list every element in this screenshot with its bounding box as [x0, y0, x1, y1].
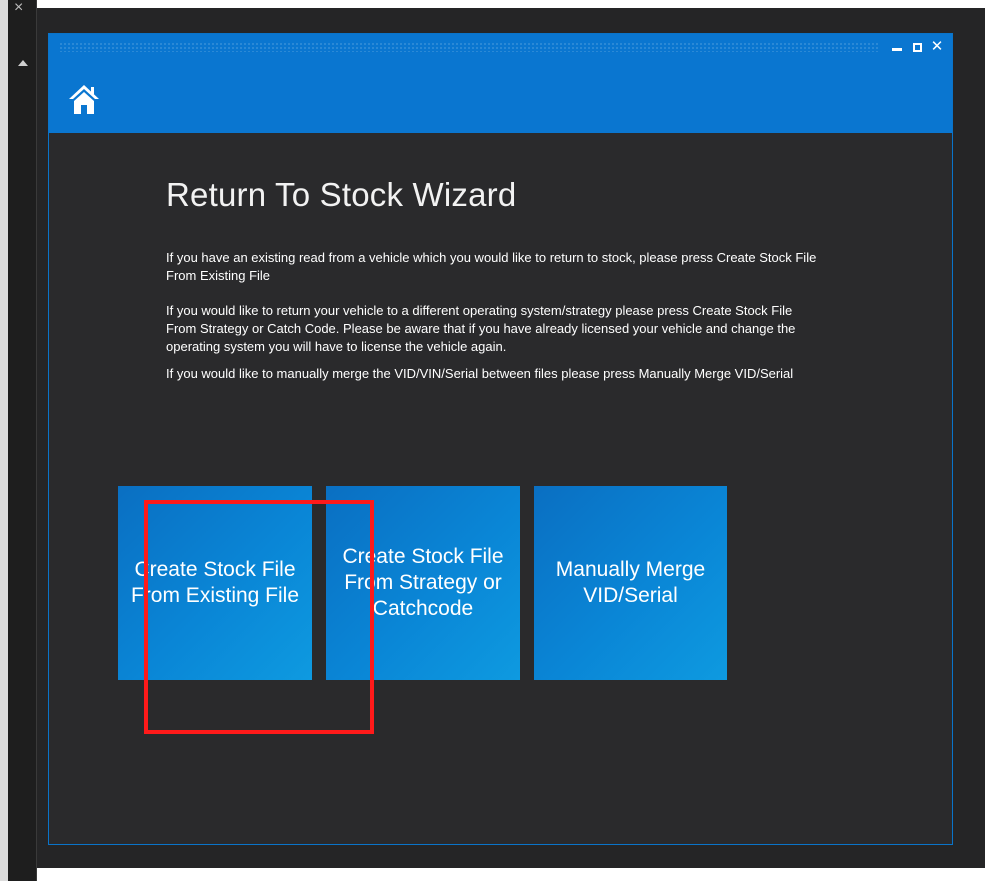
instruction-strategy: If you would like to return your vehicle…: [166, 303, 796, 354]
tile-label: Create Stock File From Existing File: [130, 558, 300, 607]
title-bar: ✕: [49, 34, 952, 133]
create-from-existing-file-button[interactable]: Create Stock File From Existing File: [118, 486, 312, 680]
home-button[interactable]: [67, 82, 101, 116]
close-button[interactable]: ✕: [930, 38, 944, 55]
wizard-content: Return To Stock Wizard If you have an ex…: [166, 176, 826, 400]
background-app-edge: [0, 0, 8, 881]
background-scroll-panel: ×: [8, 0, 37, 881]
wizard-window: ✕ Return To Stock Wizard If you have an …: [48, 33, 953, 845]
close-icon: ✕: [930, 38, 944, 55]
wizard-options: Create Stock File From Existing File Cre…: [118, 486, 741, 680]
window-controls: ✕: [890, 38, 944, 55]
screen: × ✕ Return To Stock Wizard If you have a…: [0, 0, 985, 881]
maximize-icon: [912, 42, 922, 52]
minimize-button[interactable]: [890, 40, 904, 54]
title-bar-drag-area[interactable]: [59, 42, 879, 52]
panel-close-icon[interactable]: ×: [14, 0, 23, 16]
scroll-up-icon[interactable]: [18, 60, 28, 66]
home-icon: [69, 85, 99, 114]
minimize-icon: [892, 47, 902, 51]
background-top-strip: [37, 0, 985, 8]
page-title: Return To Stock Wizard: [166, 176, 517, 213]
background-bottom-strip: [37, 868, 985, 881]
tile-label: Create Stock File From Strategy or Catch…: [342, 545, 504, 620]
maximize-button[interactable]: [910, 40, 924, 54]
instruction-merge: If you would like to manually merge the …: [166, 366, 794, 381]
manually-merge-button[interactable]: Manually Merge VID/Serial: [534, 486, 727, 680]
create-from-strategy-button[interactable]: Create Stock File From Strategy or Catch…: [326, 486, 520, 680]
tile-label: Manually Merge VID/Serial: [555, 558, 706, 607]
instruction-existing-file: If you have an existing read from a vehi…: [166, 250, 817, 283]
